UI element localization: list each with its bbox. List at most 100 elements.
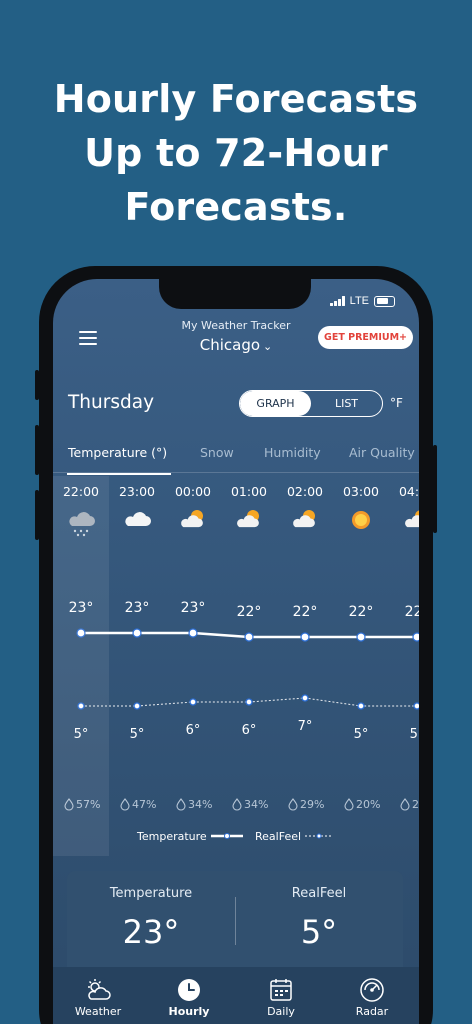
temperature-point [356,632,366,642]
droplet-shape [400,798,410,811]
realfeel-point [413,702,419,710]
nav-weather[interactable]: Weather [58,977,138,1018]
promo-line-3: Forecasts. [124,185,348,229]
cloud-shape [125,512,151,526]
droplet-shape [176,798,186,811]
tab-snow[interactable]: Snow [200,445,234,460]
droplet-icon [344,798,354,811]
partly-cloudy-icon [181,510,203,528]
nav-radar[interactable]: Radar [332,977,412,1018]
nav-radar-label: Radar [355,1005,389,1018]
cloud-icon [125,512,151,526]
temperature-point [412,632,419,642]
temperature-value-label: 22° [405,604,419,620]
get-premium-button[interactable]: GET PREMIUM+ [318,326,413,349]
view-toggle: GRAPH LIST [239,390,383,417]
radar-icon [360,978,384,1002]
summary-temp-label: Temperature [109,886,193,901]
promo-headline: Hourly Forecasts Up to 72-Hour Forecasts… [0,72,472,234]
realfeel-point [245,698,253,706]
hourly-chart: 22:0023:0000:0001:0002:0003:0004:0023°23… [53,476,419,856]
temperature-value-label: 22° [349,604,374,620]
signal-icon [330,296,345,306]
hour-time-label: 01:00 [231,484,267,499]
humidity-value: 2 [412,798,419,811]
chevron-down-icon: ⌄ [263,340,273,353]
tab-humidity[interactable]: Humidity [264,445,321,460]
summary-temp-value: 23° [122,913,180,951]
network-label: LTE [349,295,369,307]
hour-time-label: 00:00 [175,484,211,499]
droplet-shape [232,798,242,811]
phone-side-button [433,445,437,533]
droplet-shape [288,798,298,811]
app-screen: LTE My Weather Tracker Chicago ⌄ GET PREM… [53,279,419,1024]
partly-sunny-icon [405,510,419,528]
phone-notch [159,279,311,309]
status-bar: LTE [330,295,395,307]
realfeel-value-label: 7° [298,719,313,734]
hour-time-label: 02:00 [287,484,323,499]
cloud-shape [405,515,419,528]
nav-hourly-label: Hourly [168,1005,210,1018]
selected-hour-highlight [53,476,109,856]
active-tab-indicator [67,473,171,475]
legend-realfeel-label: RealFeel [255,830,301,843]
droplet-icon [176,798,186,811]
realfeel-value-label: 5° [410,727,419,742]
droplet-shape [344,798,354,811]
nav-daily[interactable]: Daily [241,977,321,1018]
promo-line-2: Up to 72-Hour [84,131,388,175]
humidity-value: 47% [132,798,156,811]
realfeel-value-label: 6° [242,723,257,738]
temperature-value-label: 22° [293,604,318,620]
unit-toggle[interactable]: °F [390,396,403,410]
temperature-value-label: 23° [181,600,206,616]
hour-time-label: 03:00 [343,484,379,499]
temperature-value-label: 23° [125,600,150,616]
droplet-shape [120,798,130,811]
hour-time-label: 23:00 [119,484,155,499]
legend-temperature-label: Temperature [136,830,207,843]
day-title: Thursday [68,392,155,413]
summary-feel-value: 5° [300,913,338,951]
calendar-icon [270,979,292,1001]
temperature-point [300,632,310,642]
realfeel-point [357,702,365,710]
realfeel-value-label: 6° [186,723,201,738]
temperature-point [244,632,254,642]
droplet-icon [232,798,242,811]
partly-cloudy-icon [293,510,315,528]
current-summary-card: Temperature 23° RealFeel 5° [67,871,403,981]
battery-icon [374,295,395,307]
bottom-nav: Weather Hourly Daily Radar [53,967,419,1024]
list-toggle-button[interactable]: LIST [311,391,382,416]
nav-daily-label: Daily [267,1005,295,1018]
graph-toggle-button[interactable]: GRAPH [240,391,311,416]
droplet-icon [288,798,298,811]
tab-temperature[interactable]: Temperature (°) [68,445,167,460]
realfeel-point [189,698,197,706]
temperature-point [132,628,142,638]
legend-realfeel-point [316,833,322,839]
realfeel-point [301,694,309,702]
weather-icon [88,979,111,1000]
tab-air-quality[interactable]: Air Quality [349,445,415,460]
droplet-icon [120,798,130,811]
promo-line-1: Hourly Forecasts [53,77,419,121]
realfeel-point [133,702,141,710]
humidity-value: 29% [300,798,324,811]
nav-hourly[interactable]: Hourly [149,977,229,1018]
summary-temperature: Temperature 23° [67,871,235,951]
summary-feel-label: RealFeel [291,886,347,901]
legend-temperature-point [224,833,230,839]
metric-tabs: Temperature (°) Snow Humidity Air Qualit… [53,439,419,473]
sunny-icon [352,511,370,529]
summary-realfeel: RealFeel 5° [235,871,403,951]
clock-icon [178,979,200,1001]
sun-core [355,514,367,526]
temperature-value-label: 22° [237,604,262,620]
humidity-value: 34% [188,798,212,811]
realfeel-value-label: 5° [354,727,369,742]
realfeel-value-label: 5° [130,727,145,742]
